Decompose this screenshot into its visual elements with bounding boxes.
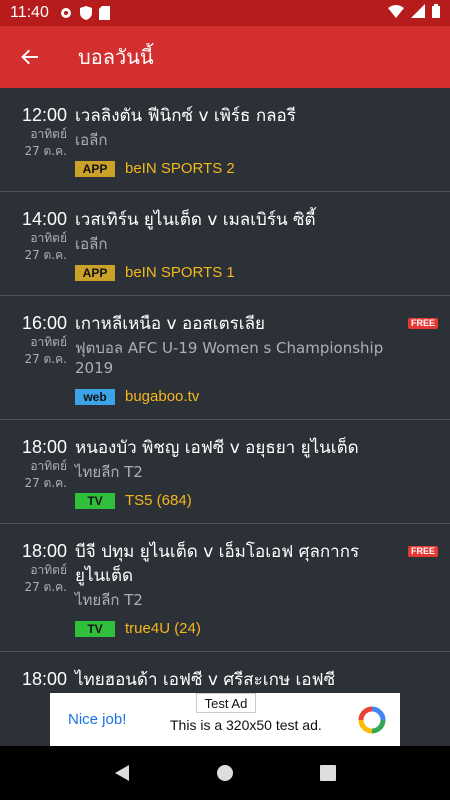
- match-item[interactable]: 12:00 อาทิตย์ 27 ต.ค. เวลลิงตัน ฟีนิกซ์ …: [0, 88, 450, 192]
- match-date: 27 ต.ค.: [24, 476, 67, 490]
- match-date: 27 ต.ค.: [24, 580, 67, 594]
- match-day: อาทิตย์: [30, 231, 67, 245]
- sd-card-icon: [98, 6, 110, 20]
- match-day: อาทิตย์: [30, 335, 67, 349]
- wifi-icon: [388, 4, 404, 22]
- free-badge: FREE: [407, 546, 438, 557]
- match-channel: TV true4U (24): [75, 620, 406, 637]
- recents-square-icon[interactable]: [308, 753, 348, 793]
- match-info: เวลลิงตัน ฟีนิกซ์ v เพิร์ธ กลอรี เอลีก A…: [75, 104, 440, 177]
- channel-type-badge: web: [75, 388, 115, 405]
- match-teams: ไทยฮอนด้า เอฟซี v ศรีสะเกษ เอฟซี: [75, 670, 336, 690]
- match-channel: APP beIN SPORTS 1: [75, 264, 406, 281]
- match-item[interactable]: 18:00 อาทิตย์ 27 ต.ค. หนองบัว พิชญ เอฟซี…: [0, 420, 450, 524]
- match-time-block: 18:00 อาทิตย์ 27 ต.ค.: [0, 540, 75, 637]
- match-item[interactable]: 16:00 อาทิตย์ 27 ต.ค. เกาหลีเหนือ v ออสเ…: [0, 296, 450, 420]
- match-date: 27 ต.ค.: [24, 144, 67, 158]
- back-triangle-icon[interactable]: [102, 753, 142, 793]
- match-channel: web bugaboo.tv: [75, 388, 406, 405]
- match-item[interactable]: 18:00 อาทิตย์ 27 ต.ค. บีจี ปทุม ยูไนเต็ด…: [0, 524, 450, 652]
- match-league: ไทยลีก T2: [75, 591, 143, 609]
- match-hour: 18:00: [21, 541, 67, 561]
- channel-type-badge: TV: [75, 620, 115, 637]
- match-date: 27 ต.ค.: [24, 248, 67, 262]
- match-list[interactable]: 12:00 อาทิตย์ 27 ต.ค. เวลลิงตัน ฟีนิกซ์ …: [0, 88, 450, 693]
- match-teams: หนองบัว พิชญ เอฟซี v อยุธยา ยูไนเต็ด: [75, 438, 359, 458]
- match-time-block: 18:00 อาทิตย์ 27 ต.ค.: [0, 436, 75, 509]
- match-teams: บีจี ปทุม ยูไนเต็ด v เอ็มโอเอฟ ศุลกากร ย…: [75, 542, 360, 586]
- match-time-block: 18:00: [0, 668, 75, 692]
- channel-name: TS5 (684): [125, 492, 192, 509]
- match-info: ไทยฮอนด้า เอฟซี v ศรีสะเกษ เอฟซี: [75, 668, 440, 692]
- status-bar: 11:40: [0, 0, 450, 26]
- match-hour: 18:00: [21, 437, 67, 457]
- match-date: 27 ต.ค.: [24, 352, 67, 366]
- settings-gear-icon: [59, 6, 73, 20]
- channel-name: bugaboo.tv: [125, 388, 200, 405]
- match-channel: TV TS5 (684): [75, 492, 406, 509]
- channel-type-badge: APP: [75, 160, 115, 177]
- arrow-back-icon[interactable]: [0, 26, 60, 88]
- match-teams: เกาหลีเหนือ v ออสเตรเลีย: [75, 314, 265, 334]
- ad-body-text: This is a 320x50 test ad.: [170, 716, 322, 733]
- match-time-block: 16:00 อาทิตย์ 27 ต.ค.: [0, 312, 75, 405]
- match-league: ฟุตบอล AFC U-19 Women s Championship 201…: [75, 339, 384, 377]
- ad-label: Test Ad: [196, 693, 256, 713]
- match-day: อาทิตย์: [30, 127, 67, 141]
- match-teams: เวลลิงตัน ฟีนิกซ์ v เพิร์ธ กลอรี: [75, 106, 296, 126]
- status-right-icons: [388, 4, 440, 22]
- match-league: เอลีก: [75, 131, 108, 149]
- channel-type-badge: TV: [75, 492, 115, 509]
- match-league: ไทยลีก T2: [75, 463, 143, 481]
- match-day: อาทิตย์: [30, 563, 67, 577]
- match-hour: 14:00: [21, 209, 67, 229]
- system-nav-bar: [0, 746, 450, 800]
- channel-name: beIN SPORTS 1: [125, 264, 235, 281]
- match-time-block: 14:00 อาทิตย์ 27 ต.ค.: [0, 208, 75, 281]
- channel-type-badge: APP: [75, 264, 115, 281]
- signal-icon: [411, 4, 425, 22]
- channel-name: true4U (24): [125, 620, 201, 637]
- app-bar: บอลวันนี้: [0, 26, 450, 88]
- match-hour: 12:00: [21, 105, 67, 125]
- match-item[interactable]: 14:00 อาทิตย์ 27 ต.ค. เวสเทิร์น ยูไนเต็ด…: [0, 192, 450, 296]
- match-item[interactable]: 18:00 ไทยฮอนด้า เอฟซี v ศรีสะเกษ เอฟซี: [0, 652, 450, 693]
- match-league: เอลีก: [75, 235, 108, 253]
- battery-icon: [432, 4, 440, 22]
- status-time: 11:40: [10, 4, 49, 21]
- ad-nice-text: Nice job!: [68, 711, 127, 728]
- match-info: เกาหลีเหนือ v ออสเตรเลีย ฟุตบอล AFC U-19…: [75, 312, 440, 405]
- match-info: บีจี ปทุม ยูไนเต็ด v เอ็มโอเอฟ ศุลกากร ย…: [75, 540, 440, 637]
- match-hour: 18:00: [21, 669, 67, 689]
- home-circle-icon[interactable]: [205, 753, 245, 793]
- match-time-block: 12:00 อาทิตย์ 27 ต.ค.: [0, 104, 75, 177]
- match-info: เวสเทิร์น ยูไนเต็ด v เมลเบิร์น ซิตี้ เอล…: [75, 208, 440, 281]
- channel-name: beIN SPORTS 2: [125, 160, 235, 177]
- match-teams: เวสเทิร์น ยูไนเต็ด v เมลเบิร์น ซิตี้: [75, 210, 316, 230]
- page-title: บอลวันนี้: [78, 45, 154, 69]
- match-channel: APP beIN SPORTS 2: [75, 160, 406, 177]
- shield-icon: [79, 6, 92, 20]
- match-hour: 16:00: [21, 313, 67, 333]
- match-info: หนองบัว พิชญ เอฟซี v อยุธยา ยูไนเต็ด ไทย…: [75, 436, 440, 509]
- free-badge: FREE: [407, 318, 438, 329]
- match-day: อาทิตย์: [30, 459, 67, 473]
- ad-logo-icon: [358, 706, 386, 734]
